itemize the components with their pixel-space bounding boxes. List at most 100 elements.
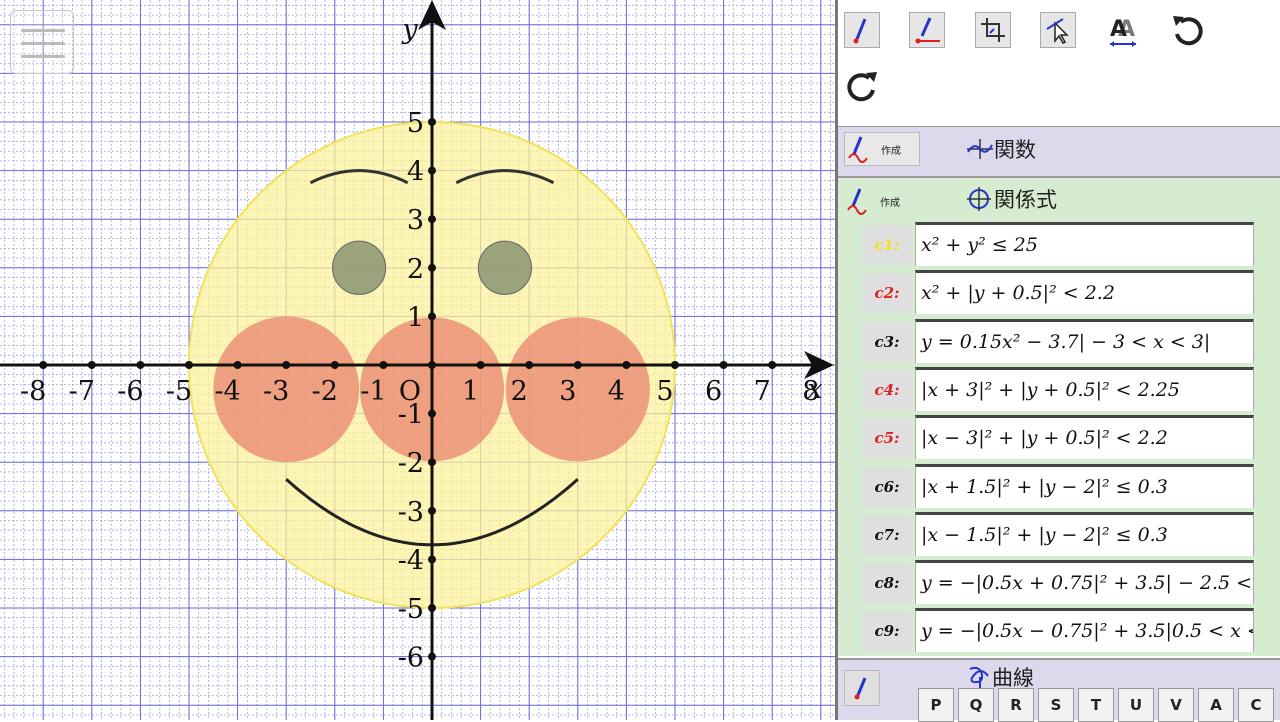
pen-line-tool-button[interactable]	[909, 12, 945, 48]
x-tick-dot	[525, 361, 534, 369]
x-tick-dot	[136, 361, 145, 369]
relation-expression[interactable]: |x + 1.5|² + |y − 2|² ≤ 0.3	[915, 463, 1254, 508]
x-tick-label: 5	[656, 376, 673, 407]
relation-row[interactable]: c2: x² + |y + 0.5|² < 2.2	[862, 270, 1254, 316]
relation-id-label[interactable]: c1:	[862, 225, 912, 265]
key-button[interactable]: U	[1118, 688, 1154, 722]
y-tick-label: -6	[398, 643, 424, 674]
function-graph-icon	[967, 139, 993, 159]
x-tick-dot	[330, 361, 339, 369]
x-tick-label: 6	[705, 376, 722, 407]
x-tick-label: 7	[754, 376, 771, 407]
crop-tool-button[interactable]	[975, 12, 1011, 48]
x-tick-dot	[185, 361, 193, 369]
y-tick-dot	[428, 118, 436, 126]
y-tick-label: 1	[407, 302, 424, 333]
pen-curve-icon	[848, 136, 868, 163]
relation-expression[interactable]: |x − 3|² + |y + 0.5|² < 2.2	[915, 415, 1254, 460]
x-tick-label: 2	[511, 376, 528, 407]
function-create-button[interactable]: 作成	[844, 132, 920, 166]
y-tick-dot	[428, 312, 436, 321]
x-tick-label: -8	[20, 376, 46, 407]
y-tick-dot	[428, 409, 436, 418]
key-button[interactable]: C	[1238, 688, 1274, 722]
graph-canvas[interactable]: -8 -7 -6 -5 -4 -3 -2 -1 1 2 3 4 5 6 7 8 5 4 3 2 1 -1 -2 -3 -4 -5-…	[0, 0, 835, 720]
relation-row[interactable]: c5: |x − 3|² + |y + 0.5|² < 2.2	[862, 415, 1254, 461]
function-section-title[interactable]: 関数	[966, 132, 1036, 166]
x-tick-dot	[379, 361, 388, 369]
key-button[interactable]: S	[1038, 688, 1074, 722]
relation-id-label[interactable]: c9:	[862, 611, 912, 652]
redo-button[interactable]	[844, 68, 880, 104]
relation-section-title[interactable]: 関係式	[966, 182, 1057, 216]
variable-keyboard: PQRSTUVAC	[918, 688, 1278, 722]
graph-plot[interactable]: -8 -7 -6 -5 -4 -3 -2 -1 1 2 3 4 5 6 7 854321-1-2-3-4-5-…	[0, 0, 835, 720]
relation-row[interactable]: c3: y = 0.15x² − 3.7| − 3 < x < 3|	[862, 318, 1254, 365]
relation-row[interactable]: c6: |x + 1.5|² + |y − 2|² ≤ 0.3	[862, 463, 1254, 510]
relation-expression[interactable]: x² + |y + 0.5|² < 2.2	[915, 270, 1254, 315]
y-tick-dot	[428, 166, 436, 175]
undo-button[interactable]	[1170, 12, 1206, 48]
relation-row[interactable]: c7: |x − 1.5|² + |y − 2|² ≤ 0.3	[862, 511, 1254, 558]
curve-section-title[interactable]: 曲線	[966, 663, 1034, 691]
relation-id-label[interactable]: c7:	[862, 514, 912, 555]
menu-bar-icon	[21, 29, 65, 32]
key-button[interactable]: T	[1078, 688, 1114, 722]
text-resize-tool-button[interactable]: AA	[1105, 12, 1141, 48]
key-button[interactable]: Q	[958, 688, 994, 722]
pen-curve-icon	[847, 188, 867, 215]
curve-loop-icon	[969, 666, 989, 688]
function-section: 作成 関数	[838, 127, 1280, 176]
cursor-point-tool-button[interactable]	[1040, 12, 1076, 48]
y-tick-label: -4	[398, 545, 424, 576]
relation-id-label[interactable]: c8:	[862, 563, 912, 604]
x-tick-dot	[671, 361, 679, 369]
key-button[interactable]: P	[918, 688, 954, 722]
pen-icon	[854, 677, 867, 700]
relation-expression[interactable]: y = 0.15x² − 3.7| − 3 < x < 3|	[915, 318, 1254, 363]
toolbar: AA	[838, 0, 1280, 127]
relation-row[interactable]: c8: y = −|0.5x + 0.75|² + 3.5| − 2.5 < x	[862, 560, 1254, 606]
crop-icon	[981, 18, 1005, 42]
y-tick-label: 4	[407, 157, 424, 188]
key-button[interactable]: A	[1198, 688, 1234, 722]
menu-bar-icon	[21, 42, 65, 45]
relation-expression[interactable]: y = −|0.5x + 0.75|² + 3.5| − 2.5 < x	[915, 560, 1254, 605]
relation-id-label[interactable]: c3:	[862, 321, 912, 362]
relation-row[interactable]: c4: |x + 3|² + |y + 0.5|² < 2.25	[862, 366, 1254, 413]
x-tick-dot	[719, 361, 728, 369]
relation-id-label[interactable]: c5:	[862, 418, 912, 459]
y-axis-label: y	[401, 14, 418, 45]
relation-id-label[interactable]: c4:	[862, 369, 912, 410]
curve-section: 曲線 PQRSTUVAC	[838, 658, 1280, 722]
relation-title-text: 関係式	[994, 188, 1057, 212]
redo-icon	[847, 72, 877, 102]
pen-tool-button[interactable]	[844, 12, 880, 48]
key-button[interactable]: R	[998, 688, 1034, 722]
x-tick-label: 4	[608, 376, 625, 407]
y-tick-label: -2	[398, 448, 424, 479]
curve-pen-button[interactable]	[844, 670, 880, 706]
relation-id-label[interactable]: c6:	[862, 466, 912, 507]
y-tick-label: 2	[407, 254, 424, 285]
relation-row[interactable]: c9: y = −|0.5x − 0.75|² + 3.5|0.5 < x <	[862, 608, 1254, 654]
menu-button[interactable]	[10, 10, 74, 74]
relation-row[interactable]: c1: x² + y² ≤ 25	[862, 222, 1254, 268]
relation-expression[interactable]: y = −|0.5x − 0.75|² + 3.5|0.5 < x <	[915, 608, 1254, 653]
x-tick-dot	[39, 361, 48, 369]
relation-id-label[interactable]: c2:	[862, 273, 912, 314]
relation-expression[interactable]: |x + 3|² + |y + 0.5|² < 2.25	[915, 366, 1254, 411]
y-tick-dot	[428, 652, 436, 661]
key-button[interactable]: V	[1158, 688, 1194, 722]
y-tick-label: 3	[407, 205, 424, 236]
left-eye-region-c6	[331, 240, 387, 295]
function-title-text: 関数	[994, 138, 1036, 162]
cursor-point-icon	[1046, 18, 1069, 44]
origin-dot	[428, 361, 436, 369]
relation-expression[interactable]: x² + y² ≤ 25	[915, 222, 1254, 266]
relation-expression[interactable]: |x − 1.5|² + |y − 2|² ≤ 0.3	[915, 511, 1254, 556]
x-tick-label: -1	[360, 376, 386, 407]
relation-create-button[interactable]: 作成	[844, 184, 920, 218]
x-tick-label: -3	[263, 376, 289, 407]
y-tick-dot	[428, 458, 436, 467]
